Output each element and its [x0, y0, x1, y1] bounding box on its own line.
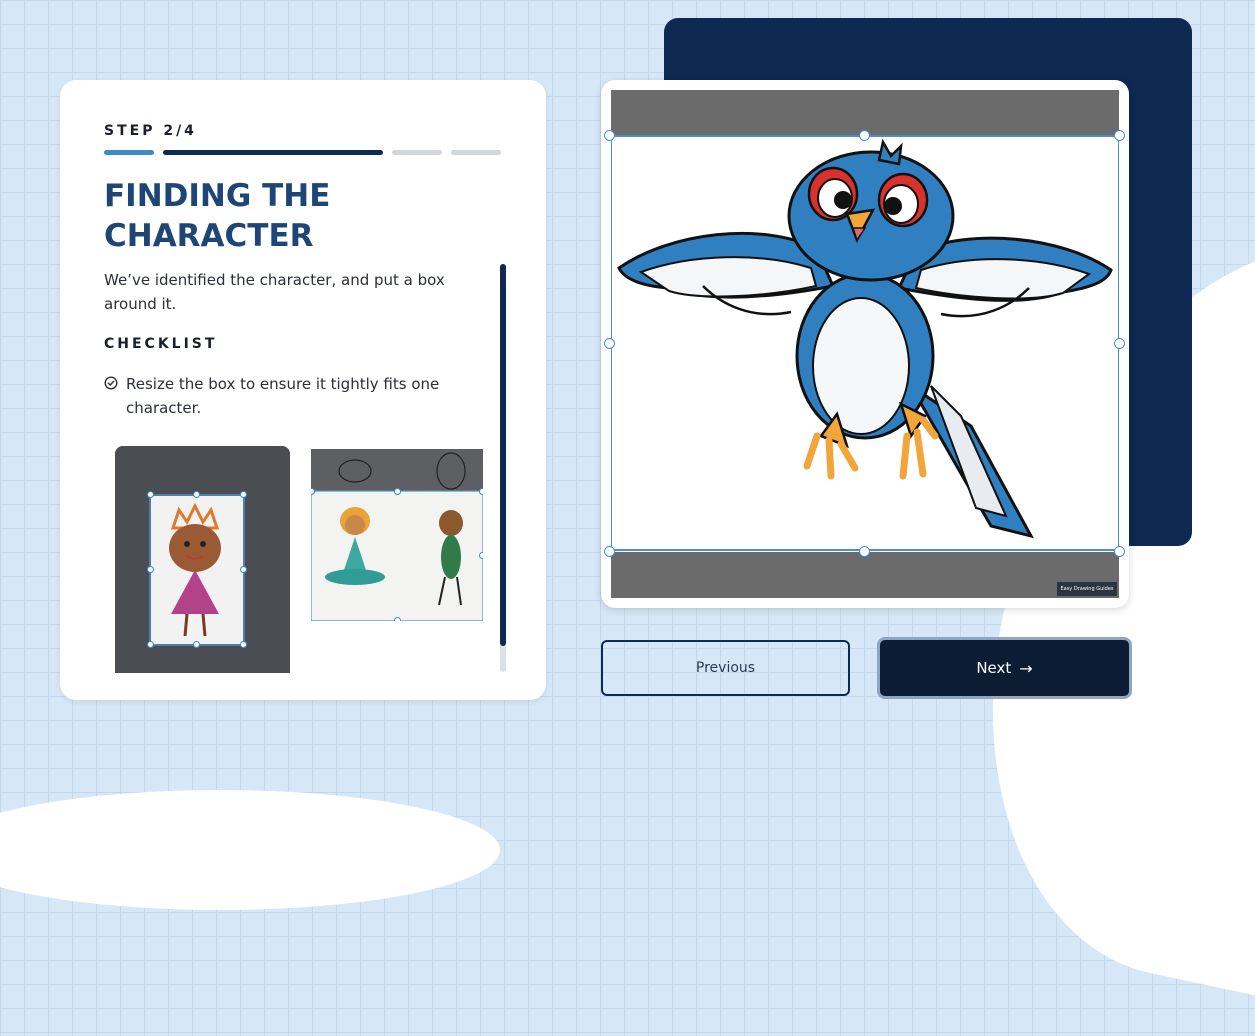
bbox-handle-top-left[interactable] [604, 130, 615, 141]
resize-handle[interactable] [147, 566, 154, 573]
resize-handle[interactable] [394, 488, 401, 495]
example-image-two-characters [311, 449, 483, 621]
resize-handle[interactable] [193, 491, 200, 498]
instruction-card: STEP 2/4 FINDING THE CHARACTER We’ve ide… [60, 80, 546, 700]
bbox-handle-bottom-left[interactable] [604, 546, 615, 557]
resize-handle[interactable] [193, 641, 200, 648]
progress-segment-3 [392, 150, 442, 155]
progress-segment-1 [104, 150, 154, 155]
progress-segment-4 [451, 150, 501, 155]
next-button[interactable]: Next → [877, 637, 1132, 699]
checklist-item: Resize the box to ensure it tightly fits… [104, 372, 464, 420]
step-label: STEP 2/4 [104, 123, 197, 139]
bbox-handle-left[interactable] [604, 338, 615, 349]
previous-button[interactable]: Previous [601, 640, 850, 696]
resize-handle[interactable] [240, 491, 247, 498]
bbox-handle-right[interactable] [1114, 338, 1125, 349]
check-circle-icon [104, 376, 118, 390]
resize-handle[interactable] [479, 552, 483, 559]
bbox-handle-top[interactable] [859, 130, 870, 141]
two-characters-drawing [311, 449, 483, 621]
bbox-handle-bottom[interactable] [859, 546, 870, 557]
checklist-item-text: Resize the box to ensure it tightly fits… [126, 375, 440, 417]
resize-handle[interactable] [240, 641, 247, 648]
background-blob-bottom [0, 790, 500, 910]
princess-drawing [115, 446, 290, 673]
watermark: Easy Drawing Guides [1057, 582, 1117, 596]
page-title: FINDING THE CHARACTER [104, 178, 331, 254]
checklist-label: CHECKLIST [104, 336, 218, 352]
bbox-handle-top-right[interactable] [1114, 130, 1125, 141]
resize-handle[interactable] [394, 617, 401, 621]
arrow-right-icon: → [1019, 658, 1033, 678]
previous-button-label: Previous [695, 660, 756, 676]
bbox-handle-bottom-right[interactable] [1114, 546, 1125, 557]
example-image-princess [115, 446, 290, 673]
resize-handle[interactable] [147, 491, 154, 498]
bounding-box[interactable] [611, 135, 1119, 551]
image-frame: Easy Drawing Guides [601, 80, 1129, 608]
resize-handle[interactable] [479, 488, 483, 495]
scrollbar-thumb[interactable] [500, 264, 506, 646]
progress-segment-2 [163, 150, 383, 155]
resize-handle[interactable] [240, 566, 247, 573]
next-button-label: Next [976, 659, 1012, 677]
description: We’ve identified the character, and put … [104, 271, 445, 313]
image-canvas: Easy Drawing Guides [611, 90, 1119, 598]
resize-handle[interactable] [147, 641, 154, 648]
